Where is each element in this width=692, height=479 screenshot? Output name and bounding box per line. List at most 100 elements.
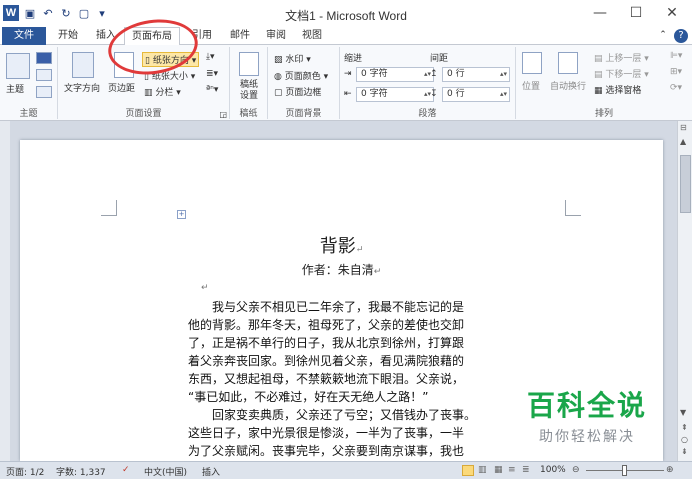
indent-left-value: 0 字符: [361, 69, 388, 79]
group-paper-draft: 稿纸设置 稿纸: [230, 47, 268, 119]
rotate-icon[interactable]: ⟳▾: [670, 83, 682, 93]
word-count[interactable]: 字数: 1,337: [56, 465, 106, 478]
outline-view-icon[interactable]: ≡: [508, 465, 516, 475]
group-objects-icon[interactable]: ⊞▾: [670, 67, 682, 77]
print-layout-view-icon[interactable]: [462, 465, 474, 476]
page-count[interactable]: 页面: 1/2: [6, 465, 44, 478]
position-icon[interactable]: [522, 52, 542, 74]
reading-view-icon[interactable]: ▥: [478, 465, 487, 475]
hyphenation-icon[interactable]: ªⁿ▾: [206, 85, 218, 95]
space-before-icon: ↥: [430, 69, 438, 79]
columns-label: 分栏: [155, 88, 174, 98]
position-button[interactable]: 位置: [522, 79, 540, 92]
paper-draft-button[interactable]: 稿纸设置: [236, 80, 262, 102]
document-title[interactable]: 背影↵: [20, 232, 663, 258]
selection-pane-button[interactable]: ▦ 选择窗格: [594, 83, 641, 96]
body-line: 我与父亲不相见已二年余了，我最不能忘记的是: [188, 300, 465, 314]
ruler-toggle-icon[interactable]: ⊟: [680, 123, 690, 133]
tab-view[interactable]: 视图: [294, 27, 330, 45]
minimize-ribbon-icon[interactable]: ⌃: [656, 27, 670, 45]
space-before-field[interactable]: 0 行 ▴▾: [442, 67, 510, 82]
columns-button[interactable]: ▥ 分栏 ▾: [144, 85, 181, 98]
page-borders-label: 页面边框: [285, 88, 322, 98]
body-line: “事已如此，不必难过，好在天无绝人之路！”: [188, 390, 429, 404]
theme-effects-icon[interactable]: [36, 86, 52, 98]
status-bar: 页面: 1/2 字数: 1,337 ✓ 中文(中国) 插入 ▥ ▦ ≡ ≣ 10…: [0, 461, 692, 479]
scroll-thumb[interactable]: [680, 155, 691, 213]
wrap-text-icon[interactable]: [558, 52, 578, 74]
proofing-icon[interactable]: ✓: [122, 465, 130, 475]
document-author[interactable]: 作者：朱自清↵: [20, 261, 663, 278]
text-direction-icon[interactable]: [72, 52, 94, 78]
group-paper-draft-label: 稿纸: [239, 109, 258, 119]
bring-forward-label: 上移一层: [605, 54, 642, 64]
browse-object-icon[interactable]: ○: [681, 435, 688, 444]
zoom-slider-thumb[interactable]: [622, 465, 627, 476]
themes-icon[interactable]: [6, 53, 30, 79]
group-page-setup-label: 页面设置: [125, 109, 162, 119]
ribbon: 主题 主题 文字方向 页边距 ▯ 纸张方向 ▾ ▯ 纸张大小 ▾ ▥ 分栏 ▾ …: [0, 45, 692, 121]
page-color-button[interactable]: ◍ 页面颜色 ▾: [274, 69, 328, 82]
tab-home[interactable]: 开始: [50, 27, 86, 45]
scroll-up-icon[interactable]: ▲: [680, 137, 690, 146]
group-page-background-label: 页面背景: [285, 109, 322, 119]
wrap-text-button[interactable]: 自动换行: [550, 79, 586, 92]
title-bar: W ▣ ↶ ↻ ▢ ▾ 文档1 - Microsoft Word — ☐ ✕: [0, 0, 692, 27]
spacing-heading: 间距: [430, 54, 449, 64]
theme-fonts-icon[interactable]: [36, 69, 52, 81]
body-line: 回家变卖典质，父亲还了亏空；又借钱办了丧事。: [188, 408, 477, 422]
scroll-down-icon[interactable]: ▼: [680, 408, 690, 417]
document-author-text: 作者：朱自清: [301, 263, 374, 277]
table-move-handle-icon[interactable]: +: [177, 210, 186, 219]
document-title-text: 背影: [319, 236, 356, 257]
watermark-label: 水印: [285, 55, 304, 65]
indent-right-value: 0 字符: [361, 89, 388, 99]
zoom-out-icon[interactable]: ⊖: [572, 465, 580, 475]
indent-right-field[interactable]: 0 字符 ▴▾: [356, 87, 434, 102]
vertical-scrollbar[interactable]: ⊟ ▲ ▼ ⇞ ○ ⇟: [677, 121, 692, 461]
vertical-ruler: [0, 121, 10, 461]
space-after-field[interactable]: 0 行 ▴▾: [442, 87, 510, 102]
page-borders-button[interactable]: ▢ 页面边框: [274, 85, 321, 98]
themes-button-label[interactable]: 主题: [6, 82, 24, 95]
minimize-button[interactable]: —: [582, 0, 618, 26]
crop-mark-top-left: [101, 200, 117, 216]
close-button[interactable]: ✕: [654, 0, 690, 26]
watermark-slogan: 助你轻松解决: [539, 429, 635, 445]
line-numbers-icon[interactable]: ≣▾: [206, 69, 218, 79]
text-direction-button[interactable]: 文字方向: [64, 81, 100, 94]
web-layout-icon[interactable]: ▦: [494, 465, 503, 475]
page-color-label: 页面颜色: [284, 72, 321, 82]
tab-mailings[interactable]: 邮件: [222, 27, 258, 45]
bring-forward-button[interactable]: ▤ 上移一层 ▾: [594, 51, 649, 64]
paper-draft-icon[interactable]: [239, 52, 259, 76]
align-icon[interactable]: ⊫▾: [670, 51, 682, 61]
language-indicator[interactable]: 中文(中国): [144, 465, 187, 478]
group-arrange: 位置 自动换行 ▤ 上移一层 ▾ ▤ 下移一层 ▾ ▦ 选择窗格 ⊫▾ ⊞▾ ⟳…: [516, 47, 692, 119]
body-line: 他的背影。那年冬天，祖母死了，父亲的差使也交卸: [188, 318, 465, 332]
maximize-button[interactable]: ☐: [618, 0, 654, 26]
tab-review[interactable]: 审阅: [258, 27, 294, 45]
margins-button[interactable]: 页边距: [108, 81, 135, 94]
next-page-icon[interactable]: ⇟: [681, 447, 688, 456]
breaks-icon[interactable]: ⤓▾: [206, 52, 215, 62]
previous-page-icon[interactable]: ⇞: [681, 423, 688, 432]
site-watermark: 百科全说 助你轻松解决: [512, 384, 662, 446]
help-icon[interactable]: ?: [674, 29, 688, 43]
tab-file[interactable]: 文件: [2, 27, 46, 45]
send-backward-button[interactable]: ▤ 下移一层 ▾: [594, 67, 649, 80]
watermark-brand: 百科全说: [526, 389, 647, 422]
theme-colors-icon[interactable]: [36, 52, 52, 64]
draft-view-icon[interactable]: ≣: [522, 465, 530, 475]
group-themes: 主题 主题: [0, 47, 58, 119]
zoom-in-icon[interactable]: ⊕: [666, 465, 674, 475]
insert-mode-indicator[interactable]: 插入: [202, 465, 220, 478]
watermark-button[interactable]: ▨ 水印 ▾: [274, 52, 311, 65]
body-line: 着父亲奔丧回家。到徐州见着父亲，看见满院狼藉的: [188, 354, 465, 368]
indent-left-icon: ⇥: [344, 69, 352, 79]
space-after-value: 0 行: [447, 89, 465, 99]
dialog-launcher-icon[interactable]: ◲: [219, 110, 227, 119]
zoom-level[interactable]: 100%: [540, 465, 566, 475]
indent-right-icon: ⇤: [344, 89, 352, 99]
indent-left-field[interactable]: 0 字符 ▴▾: [356, 67, 434, 82]
